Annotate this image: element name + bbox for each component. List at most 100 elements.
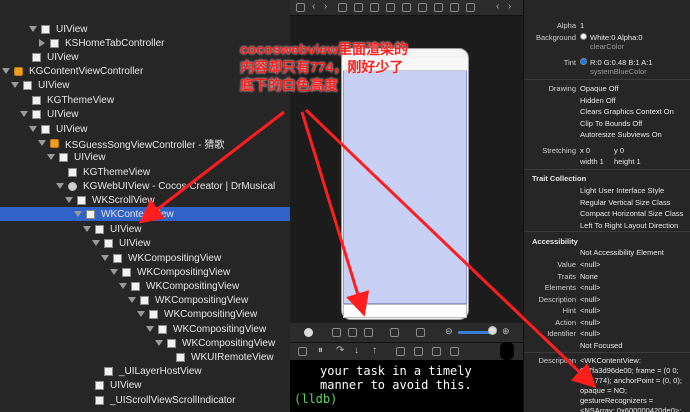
hierarchy-row[interactable]: WKCompositingView [0, 251, 290, 265]
layout-icon[interactable] [348, 328, 357, 337]
disclosure-open-icon[interactable] [47, 153, 55, 161]
hierarchy-row[interactable]: UIView [0, 22, 290, 36]
box-icon[interactable] [354, 3, 363, 12]
hierarchy-label: WKCompositingView [128, 252, 222, 264]
trait-collection-header: Trait Collection [532, 174, 587, 183]
disclosure-open-icon[interactable] [92, 239, 100, 247]
hierarchy-row[interactable]: UIView [0, 122, 290, 136]
accessibility-row-value: <null> [580, 283, 601, 292]
disclosure-open-icon[interactable] [29, 125, 37, 133]
accessibility-row-label: Identifier [547, 329, 576, 338]
description-line: <WKContentView: [580, 356, 641, 365]
view-icon [59, 152, 68, 162]
chevron-left-icon[interactable]: ‹ [496, 1, 499, 12]
zoom-out-icon[interactable]: ⊖ [445, 326, 453, 337]
disclosure-closed-icon[interactable] [38, 39, 46, 47]
hierarchy-row[interactable]: UIView [0, 236, 290, 250]
disclosure-open-icon[interactable] [29, 25, 37, 33]
environment-icon[interactable] [432, 347, 441, 356]
location-icon[interactable] [450, 347, 459, 356]
pause-icon[interactable]: ⏸ [318, 345, 323, 356]
chevron-right-icon[interactable]: › [508, 1, 511, 12]
hierarchy-row[interactable]: WKScrollView [0, 193, 290, 207]
hierarchy-row[interactable]: UIView [0, 222, 290, 236]
disclosure-open-icon[interactable] [110, 268, 118, 276]
disclosure-open-icon[interactable] [74, 210, 82, 218]
disclosure-open-icon[interactable] [20, 110, 28, 118]
hierarchy-row[interactable]: WKCompositingView [0, 322, 290, 336]
attributes-inspector: Alpha 1 Background White:0 Alpha:0 clear… [523, 0, 690, 412]
zoom-in-icon[interactable]: ⊕ [502, 326, 510, 337]
view-icon [77, 195, 86, 205]
orientation-dot-icon[interactable] [304, 328, 313, 337]
trait-item: Regular Vertical Size Class [580, 197, 671, 207]
box-icon[interactable] [434, 3, 443, 12]
hierarchy-row[interactable]: UIView [0, 378, 290, 392]
lldb-console[interactable]: your task in a timely manner to avoid th… [290, 360, 523, 412]
hierarchy-row[interactable]: KGThemeView [0, 165, 290, 179]
hierarchy-row[interactable]: WKCompositingView [0, 265, 290, 279]
hierarchy-row[interactable]: UIView [0, 150, 290, 164]
view-debug-icon[interactable] [396, 347, 405, 356]
box-icon[interactable] [418, 3, 427, 12]
file-icon[interactable] [338, 3, 347, 12]
disclosure-open-icon[interactable] [137, 310, 145, 318]
hierarchy-row[interactable]: _UILayerHostView [0, 364, 290, 378]
accessibility-element: Not Accessibility Element [580, 248, 664, 257]
box-icon[interactable] [466, 3, 475, 12]
disclosure-open-icon[interactable] [2, 67, 10, 75]
box-icon[interactable] [386, 3, 395, 12]
disclosure-open-icon[interactable] [101, 254, 109, 262]
layout-icon[interactable] [364, 328, 373, 337]
hierarchy-row[interactable]: WKCompositingView [0, 336, 290, 350]
step-over-icon[interactable]: ↷ [336, 345, 344, 356]
step-in-icon[interactable]: ↓ [354, 345, 359, 356]
trait-item: Compact Horizontal Size Class [580, 209, 684, 218]
disclosure-open-icon[interactable] [83, 225, 91, 233]
hierarchy-row[interactable]: KGThemeView [0, 93, 290, 107]
memory-graph-icon[interactable] [414, 347, 423, 356]
disclosure-open-icon[interactable] [119, 282, 127, 290]
disclosure-open-icon[interactable] [11, 81, 19, 89]
cube-icon[interactable] [416, 328, 425, 337]
hierarchy-row[interactable]: _UIScrollViewScrollIndicator [0, 393, 290, 407]
view-icon [122, 267, 131, 277]
wk-content-view-highlight[interactable] [343, 60, 467, 304]
hierarchy-label: KGContentViewController [29, 65, 144, 77]
back-arrow-icon[interactable]: ‹ [312, 1, 315, 12]
accessibility-row-label: Description [538, 294, 576, 304]
disclosure-open-icon[interactable] [128, 296, 136, 304]
hierarchy-row[interactable]: UIView [0, 107, 290, 121]
view-icon [86, 209, 95, 219]
disclosure-open-icon[interactable] [65, 196, 73, 204]
hierarchy-row[interactable]: WKCompositingView [0, 307, 290, 321]
hierarchy-row[interactable]: WKUIRemoteView [0, 350, 290, 364]
layout-icon[interactable] [390, 328, 399, 337]
step-out-icon[interactable]: ↑ [372, 345, 377, 356]
view-icon [50, 38, 59, 48]
hierarchy-row[interactable]: WKCompositingView [0, 293, 290, 307]
hide-console-icon[interactable] [298, 347, 307, 356]
hierarchy-label: UIView [47, 51, 79, 63]
disclosure-open-icon[interactable] [155, 339, 163, 347]
box-icon[interactable] [450, 3, 459, 12]
debug-bar: ⏸ ↷ ↓ ↑ [290, 343, 523, 361]
hierarchy-row[interactable]: WKContentView [0, 207, 290, 221]
disclosure-open-icon[interactable] [146, 325, 154, 333]
hierarchy-row[interactable]: KGWebUIView - Cocos Creator | DrMusical [0, 179, 290, 193]
forward-arrow-icon[interactable]: › [324, 1, 327, 12]
jump-bar: ‹ › ‹ › [290, 0, 523, 16]
hierarchy-row[interactable]: WKCompositingView [0, 279, 290, 293]
hierarchy-label: KSGuessSongViewController - 猜歌 [65, 139, 225, 151]
disclosure-open-icon[interactable] [38, 139, 46, 147]
accessibility-focused: Not Focused [580, 341, 623, 350]
box-icon[interactable] [370, 3, 379, 12]
grid-icon[interactable] [296, 3, 305, 12]
zoom-slider-thumb[interactable] [488, 326, 497, 335]
view-icon [23, 80, 32, 90]
hierarchy-row[interactable]: KSGuessSongViewController - 猜歌 [0, 136, 290, 151]
layout-icon[interactable] [332, 328, 341, 337]
tint-swatch [580, 58, 587, 65]
disclosure-open-icon[interactable] [56, 182, 64, 190]
box-icon[interactable] [402, 3, 411, 12]
